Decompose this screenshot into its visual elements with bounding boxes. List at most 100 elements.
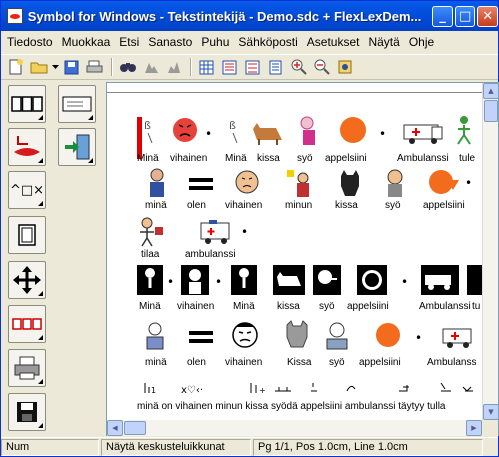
menu-sahkoposti[interactable]: Sähköposti: [238, 35, 297, 49]
doc-line: • tilaa ambulanssi: [107, 215, 482, 261]
symbol-orange: [429, 170, 459, 194]
find-icon[interactable]: [117, 57, 138, 77]
symbol-me: [150, 168, 164, 197]
symbol-eat-bw: [313, 265, 341, 295]
open-folder-icon[interactable]: [28, 57, 49, 77]
word-label: Ambulanss: [427, 357, 477, 368]
status-bar: Num Näytä keskusteluikkunat Pg 1/1, Pos …: [1, 437, 498, 457]
horizontal-scrollbar[interactable]: ◀ ▶: [107, 420, 482, 436]
new-document-icon[interactable]: [5, 57, 26, 77]
save-tool[interactable]: [8, 393, 46, 431]
zoom-in-icon[interactable]: [288, 57, 309, 77]
zoom-out-icon[interactable]: [311, 57, 332, 77]
app-icon[interactable]: [7, 8, 23, 24]
word-label: kissa: [277, 301, 300, 312]
menu-tiedosto[interactable]: Tiedosto: [7, 35, 53, 49]
menu-sanasto[interactable]: Sanasto: [148, 35, 192, 49]
doc-line: ß • ß • Minä vihainen Minä kissa syö app…: [107, 115, 482, 165]
symbol-shapes-tool[interactable]: ^□×: [8, 171, 46, 209]
word-label: syö: [329, 357, 345, 368]
svg-text:ß: ß: [144, 119, 151, 132]
status-mode: Num: [1, 439, 99, 456]
layout-rows-icon[interactable]: [242, 57, 263, 77]
symbol-eat: [326, 322, 348, 350]
dropdown-arrow-icon[interactable]: [51, 57, 59, 77]
svg-text:1: 1: [151, 386, 156, 395]
print-icon[interactable]: [84, 57, 105, 77]
word-label: vihainen: [225, 357, 263, 368]
word-label: minä: [145, 200, 167, 211]
menu-nayta[interactable]: Näytä: [368, 35, 399, 49]
doc-line: • minä olen vihainen Kissa syö appelsiin…: [107, 319, 482, 369]
word-separator: •: [401, 275, 409, 289]
menu-ohje[interactable]: Ohje: [409, 35, 434, 49]
document-content[interactable]: ß • ß • Minä vihainen Minä kissa syö app…: [107, 93, 482, 420]
status-position: Pg 1/1, Pos 1.0cm, Line 1.0cm: [253, 439, 483, 456]
symbol-orange: [376, 323, 400, 347]
word-label: tilaa: [141, 249, 160, 260]
layout-columns-icon[interactable]: [219, 57, 240, 77]
exit-door-tool[interactable]: [58, 128, 96, 166]
menu-asetukset[interactable]: Asetukset: [307, 35, 360, 49]
printer-tool[interactable]: [8, 349, 46, 387]
menu-etsi[interactable]: Etsi: [119, 35, 139, 49]
mouth-speak-tool[interactable]: [8, 128, 46, 166]
symbol-ambulance: [403, 124, 443, 144]
word-label: appelsiini: [347, 301, 389, 312]
symbol-right-icon[interactable]: [163, 57, 184, 77]
vertical-scrollbar[interactable]: ▲ ▼: [482, 83, 499, 420]
grid-frames-tool[interactable]: [8, 85, 46, 123]
close-button[interactable]: ✕: [477, 5, 498, 27]
window-title: Symbol for Windows - Tekstintekijä - Dem…: [27, 8, 422, 24]
symbol-left-icon[interactable]: [140, 57, 161, 77]
symbol-is: [189, 331, 213, 343]
minimize-button[interactable]: _: [432, 5, 453, 27]
menu-bar: Tiedosto Muokkaa Etsi Sanasto Puhu Sähkö…: [1, 32, 498, 52]
word-label: Minä: [225, 153, 247, 164]
sequence-tool[interactable]: [8, 305, 46, 343]
symbol-mine: [287, 170, 309, 197]
maximize-button[interactable]: □: [454, 5, 476, 27]
frame-tool[interactable]: [8, 216, 46, 254]
doc-line: • • • Minä vihainen Minä kissa syö appel…: [107, 263, 482, 313]
scrollbar-corner: [482, 420, 498, 436]
symbol-angry-face: [232, 322, 258, 348]
word-label: syö: [297, 153, 313, 164]
word-label: appelsiini: [359, 357, 401, 368]
svg-text:ß: ß: [229, 119, 236, 132]
move-arrows-tool[interactable]: [8, 261, 46, 299]
menu-muokkaa[interactable]: Muokkaa: [62, 35, 111, 49]
symbol-eat: [300, 116, 315, 145]
settings-icon[interactable]: [334, 57, 355, 77]
symbol-order: [140, 217, 163, 247]
menu-puhu[interactable]: Puhu: [201, 35, 229, 49]
word-label: tu: [472, 301, 481, 312]
symbol-orange-bw: [357, 265, 387, 295]
scroll-thumb[interactable]: [484, 100, 498, 122]
layout-table-icon[interactable]: [196, 57, 217, 77]
scroll-left-button[interactable]: ◀: [107, 420, 123, 436]
scroll-up-button[interactable]: ▲: [483, 83, 499, 99]
document-area[interactable]: ß • ß • Minä vihainen Minä kissa syö app…: [106, 82, 499, 436]
symbol-ambulance: [200, 220, 230, 244]
symbol-orange: [340, 117, 366, 143]
h-scroll-thumb[interactable]: [124, 421, 146, 435]
application-window: Symbol for Windows - Tekstintekijä - Dem…: [0, 0, 499, 457]
scroll-right-button[interactable]: ▶: [466, 420, 482, 436]
save-icon[interactable]: [61, 57, 82, 77]
layout-page-icon[interactable]: [265, 57, 286, 77]
svg-text:+: +: [259, 386, 266, 395]
toolbar-separator: [111, 58, 113, 76]
word-label: vihainen: [225, 200, 263, 211]
symbol-me: [146, 322, 164, 350]
symbol-cat: [341, 170, 359, 196]
word-separator: •: [379, 127, 387, 141]
word-label: Minä: [233, 301, 255, 312]
title-bar[interactable]: Symbol for Windows - Tekstintekijä - Dem…: [1, 1, 498, 31]
blissymbols-row: 1 x♡‹· +: [144, 382, 473, 396]
text-box-tool[interactable]: [58, 85, 96, 123]
word-label: olen: [187, 357, 206, 368]
symbol-eat: [387, 169, 403, 197]
word-label: Ambulanssi: [419, 301, 471, 312]
scroll-down-button[interactable]: ▼: [483, 404, 499, 420]
